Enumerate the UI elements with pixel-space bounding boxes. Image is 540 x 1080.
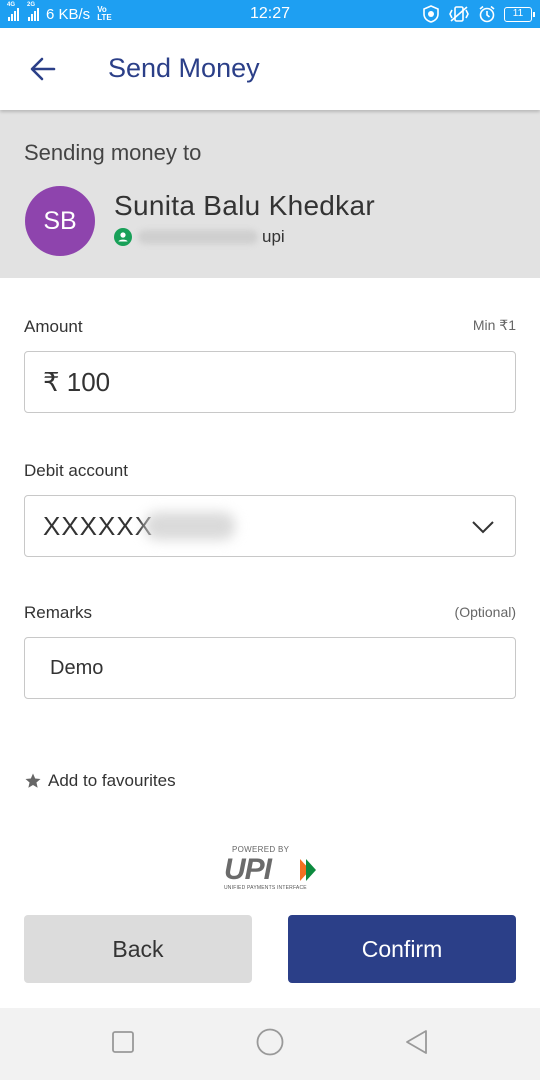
vibrate-icon <box>449 6 469 22</box>
amount-input[interactable]: ₹ 100 <box>24 351 516 413</box>
amount-value: ₹ 100 <box>43 367 111 397</box>
home-icon[interactable] <box>255 1027 285 1057</box>
amount-hint: Min ₹1 <box>472 317 516 333</box>
shield-icon <box>423 5 439 23</box>
redacted-account-number <box>145 512 235 540</box>
recipient-name: Sunita Balu Khedkar <box>114 190 375 221</box>
remarks-label: Remarks <box>24 603 93 622</box>
redacted-upi-id <box>138 230 258 244</box>
page-title: Send Money <box>108 53 260 83</box>
system-nav-bar <box>0 1008 540 1080</box>
back-button[interactable]: Back <box>24 915 252 983</box>
recipient-section: Sending money to SB Sunita Balu Khedkar … <box>0 110 540 278</box>
sending-label: Sending money to <box>24 140 202 165</box>
amount-label: Amount <box>24 317 83 336</box>
avatar: SB <box>25 186 95 256</box>
upi-logo-word: UPI <box>224 853 272 886</box>
alarm-icon <box>479 5 495 23</box>
debit-account-label: Debit account <box>24 461 128 480</box>
recents-icon[interactable] <box>111 1030 135 1054</box>
chevron-down-icon <box>472 521 494 534</box>
verified-user-icon <box>114 228 132 246</box>
app-bar: Send Money <box>0 28 540 110</box>
debit-account-value: XXXXXX <box>43 511 154 541</box>
nav-back-icon[interactable] <box>404 1029 430 1055</box>
status-right: 11 <box>422 0 535 28</box>
upi-id-row: upi <box>114 227 285 247</box>
upi-subtitle: UNIFIED PAYMENTS INTERFACE <box>224 885 307 891</box>
confirm-button[interactable]: Confirm <box>288 915 516 983</box>
remarks-hint: (Optional) <box>454 604 516 620</box>
back-arrow-icon[interactable] <box>28 54 58 84</box>
battery-icon: 11 <box>504 6 535 22</box>
favourites-label: Add to favourites <box>48 771 176 790</box>
upi-arrow-icon <box>300 859 316 881</box>
debit-account-select[interactable]: XXXXXX <box>24 495 516 557</box>
upi-logo: POWERED BY UPI UNIFIED PAYMENTS INTERFAC… <box>222 845 322 895</box>
upi-suffix: upi <box>262 227 285 246</box>
remarks-value: Demo <box>50 657 104 679</box>
add-to-favourites[interactable]: Add to favourites <box>24 771 176 791</box>
status-bar: 4G 2G 6 KB/s Vo LTE 12:27 11 <box>0 0 540 28</box>
star-icon <box>25 773 41 788</box>
remarks-input[interactable]: Demo <box>24 637 516 699</box>
